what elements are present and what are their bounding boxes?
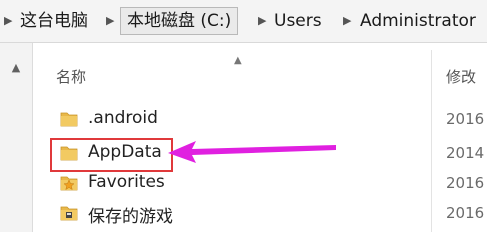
sort-ascending-icon: ▲	[234, 55, 242, 66]
breadcrumb-chevron-icon[interactable]: ▶	[258, 14, 266, 27]
breadcrumb-this-pc[interactable]: 这台电脑	[20, 8, 88, 34]
breadcrumb-chevron-icon[interactable]: ▶	[343, 14, 351, 27]
navigation-pane[interactable]: ▲	[0, 43, 33, 232]
file-row[interactable]: 保存的游戏 2016	[32, 198, 487, 228]
file-row[interactable]: Favorites 2016	[32, 168, 487, 198]
file-row[interactable]: .android 2016	[32, 104, 487, 134]
breadcrumb-users[interactable]: Users	[274, 8, 322, 34]
file-name: Favorites	[88, 172, 165, 192]
file-date: 2014	[446, 144, 485, 162]
scroll-up-icon[interactable]: ▲	[8, 61, 24, 75]
column-header-modified[interactable]: 修改	[446, 66, 476, 87]
breadcrumb-chevron-icon[interactable]: ▶	[106, 14, 114, 27]
address-bar[interactable]: ▶ 这台电脑 ▶ 本地磁盘 (C:) ▶ Users ▶ Administrat…	[0, 0, 487, 43]
column-header-name[interactable]: 名称	[56, 66, 86, 87]
file-date: 2016	[446, 110, 485, 128]
pointer-arrow-icon	[168, 141, 336, 163]
highlight-box	[50, 138, 173, 172]
breadcrumb-local-disk[interactable]: 本地磁盘 (C:)	[120, 7, 239, 35]
breadcrumb-administrator[interactable]: Administrator	[360, 8, 476, 34]
breadcrumb-chevron-icon[interactable]: ▶	[4, 14, 12, 27]
file-date: 2016	[446, 174, 485, 192]
favorites-folder-icon	[60, 176, 78, 191]
file-date: 2016	[446, 204, 485, 222]
folder-icon	[60, 112, 78, 127]
file-name: .android	[88, 108, 158, 128]
file-name: 保存的游戏	[88, 207, 173, 227]
saved-games-folder-icon	[60, 206, 78, 221]
